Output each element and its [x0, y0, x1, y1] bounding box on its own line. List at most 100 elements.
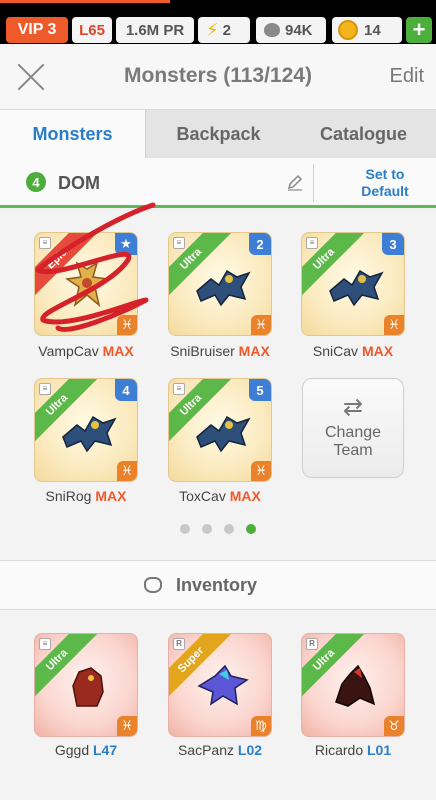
zodiac-icon: ♉ — [384, 716, 404, 736]
monster-image — [62, 415, 117, 453]
monster-status: MAX — [95, 488, 127, 504]
inventory-item-card[interactable]: Super R ♍ — [168, 633, 272, 737]
monster-status: MAX — [102, 343, 134, 359]
star-icon: ★ — [115, 233, 137, 255]
add-currency-button[interactable]: + — [406, 17, 432, 43]
edit-button[interactable]: Edit — [390, 65, 424, 88]
monster-level: L02 — [237, 742, 263, 758]
tag-icon: ≡ — [173, 237, 185, 249]
monster-name: Gggd — [54, 742, 90, 758]
tag-icon: ≡ — [306, 237, 318, 249]
monster-card[interactable]: Ultra ≡ 4 ♓ — [34, 378, 138, 482]
monster-label: SniCav MAX — [288, 343, 418, 359]
tag-icon: ≡ — [39, 237, 51, 249]
slot-badge: 4 — [115, 379, 137, 401]
tag-icon: ≡ — [173, 383, 185, 395]
paw-icon — [264, 23, 280, 37]
gold-value: 14 — [364, 21, 381, 39]
tag-icon: R — [173, 638, 185, 650]
zodiac-icon: ♓ — [117, 716, 137, 736]
cat-face-icon — [144, 577, 162, 593]
tab-monsters[interactable]: Monsters — [0, 110, 146, 158]
inventory-item-card[interactable]: Ultra ≡ ♓ — [34, 633, 138, 737]
monster-name: SacPanz — [177, 742, 235, 758]
tab-bar: Monsters Backpack Catalogue — [0, 110, 436, 158]
set-default-button[interactable]: Set to Default — [340, 166, 430, 200]
lightning-icon: ⚡ — [206, 19, 219, 40]
zodiac-icon: ♓ — [251, 315, 271, 335]
change-team-button[interactable]: ⇄ Change Team — [302, 378, 404, 478]
page-indicator — [180, 524, 256, 534]
slot-badge: 3 — [382, 233, 404, 255]
page-dot[interactable] — [224, 524, 234, 534]
monster-label: SniBruiser MAX — [155, 343, 285, 359]
power-rating: 1.6M PR — [116, 17, 194, 43]
monster-card[interactable]: Ultra ≡ 5 ♓ — [168, 378, 272, 482]
set-default-line1: Set to — [365, 166, 405, 182]
monster-image — [329, 269, 384, 307]
monster-image — [196, 269, 251, 307]
monster-image — [197, 664, 249, 706]
inventory-header[interactable]: Inventory — [0, 560, 436, 610]
change-team-line1: Change — [324, 424, 382, 441]
monster-label: ToxCav MAX — [155, 488, 285, 504]
monster-image — [196, 415, 251, 453]
inventory-label: SacPanz L02 — [155, 742, 285, 758]
page-title: Monsters (113/124) — [124, 64, 312, 87]
zodiac-icon: ♓ — [117, 315, 137, 335]
tab-catalogue[interactable]: Catalogue — [291, 110, 436, 158]
monster-image — [64, 261, 110, 307]
monsters-screen: VIP 3 L65 1.6M PR ⚡ 2 94K 14 + Monsters … — [0, 0, 436, 800]
set-default-line2: Default — [361, 183, 409, 199]
gold-counter[interactable]: 14 — [332, 17, 402, 43]
team-number-badge: 4 — [26, 172, 46, 192]
tag-icon: R — [306, 638, 318, 650]
zodiac-icon: ♓ — [117, 461, 137, 481]
vip-badge[interactable]: VIP 3 — [6, 17, 68, 43]
progress-accent-line — [0, 0, 170, 3]
monster-status: MAX — [229, 488, 261, 504]
slot-badge: 2 — [249, 233, 271, 255]
energy-counter[interactable]: ⚡ 2 — [198, 17, 250, 43]
slot-badge: 5 — [249, 379, 271, 401]
monster-label: VampCav MAX — [21, 343, 151, 359]
monster-name: VampCav — [38, 343, 99, 359]
monster-status: MAX — [361, 343, 394, 359]
swap-arrows-icon: ⇄ — [342, 394, 364, 421]
page-dot[interactable] — [180, 524, 190, 534]
monster-name: SniRog — [45, 488, 92, 504]
monster-card[interactable]: Ultra ≡ 3 ♓ — [301, 232, 405, 336]
pencil-icon[interactable] — [286, 173, 304, 191]
monster-card[interactable]: Ultra ≡ 2 ♓ — [168, 232, 272, 336]
team-name: DOM — [58, 173, 100, 193]
gold-coin-icon — [338, 20, 358, 40]
inventory-label: Ricardo L01 — [288, 742, 418, 758]
header: Monsters (113/124) Edit — [0, 44, 436, 110]
inventory-label: Gggd L47 — [21, 742, 151, 758]
page-dot[interactable] — [202, 524, 212, 534]
tag-icon: ≡ — [39, 383, 51, 395]
food-value: 94K — [285, 21, 313, 39]
zodiac-icon: ♓ — [251, 461, 271, 481]
monster-level: L01 — [367, 742, 392, 758]
zodiac-icon: ♍ — [251, 716, 271, 736]
monster-image — [72, 667, 104, 707]
tab-backpack[interactable]: Backpack — [146, 110, 291, 158]
monster-name: SniCav — [312, 343, 359, 359]
monster-status: MAX — [238, 343, 270, 359]
inventory-title: Inventory — [176, 575, 258, 595]
food-counter[interactable]: 94K — [256, 17, 326, 43]
monster-card[interactable]: Epic ≡ ★ ♓ — [34, 232, 138, 336]
divider — [313, 164, 314, 202]
zodiac-icon: ♓ — [384, 315, 404, 335]
tag-icon: ≡ — [39, 638, 51, 650]
change-team-line2: Team — [333, 442, 373, 459]
page-dot-active[interactable] — [246, 524, 256, 534]
status-bar: VIP 3 L65 1.6M PR ⚡ 2 94K 14 + — [0, 0, 436, 44]
monster-label: SniRog MAX — [21, 488, 151, 504]
monster-name: Ricardo — [314, 742, 364, 758]
monster-image — [335, 664, 376, 707]
energy-value: 2 — [222, 21, 231, 39]
inventory-item-card[interactable]: Ultra R ♉ — [301, 633, 405, 737]
team-row: 4 DOM Set to Default — [0, 158, 436, 208]
